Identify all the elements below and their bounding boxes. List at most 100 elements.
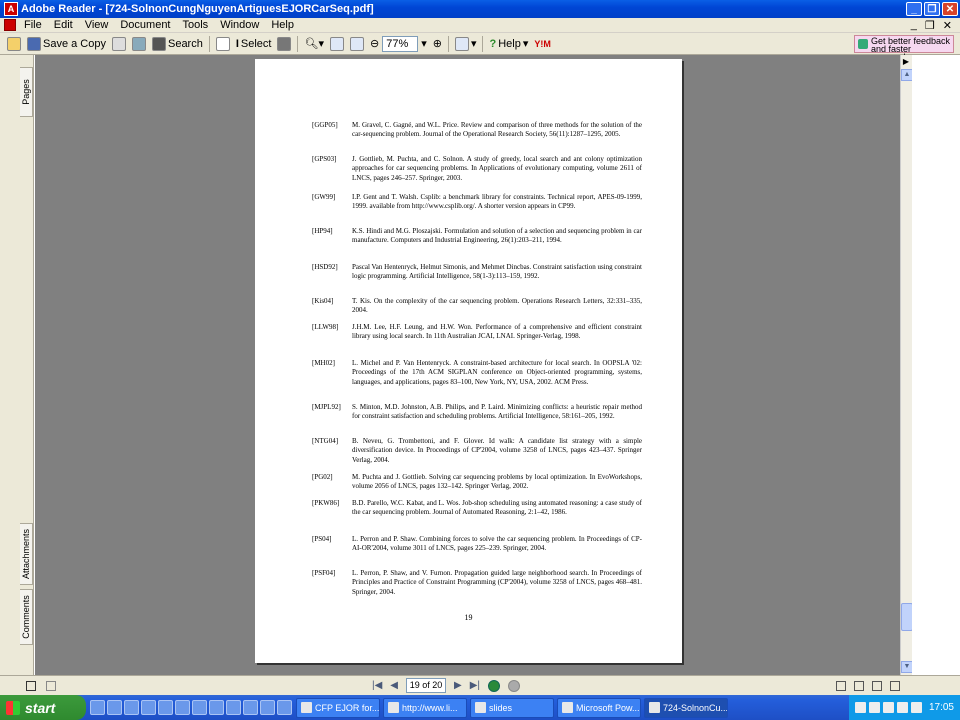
- tab-pages[interactable]: Pages: [20, 67, 33, 117]
- right-margin: [912, 55, 960, 675]
- rotate-icon: [454, 36, 469, 51]
- task-adobe-reader[interactable]: 724-SolnonCu...: [644, 697, 728, 718]
- toolbar-separator: [208, 35, 210, 52]
- quick-launch-icon[interactable]: [192, 700, 207, 715]
- tray-icon[interactable]: [896, 702, 908, 713]
- quick-launch-icon[interactable]: [107, 700, 122, 715]
- feedback-banner[interactable]: Get better feedback and faster approvals: [854, 34, 954, 61]
- task-powerpoint[interactable]: Microsoft Pow...: [557, 697, 641, 718]
- zoom-in-button[interactable]: ⊕: [430, 34, 445, 54]
- doc-close-button[interactable]: ✕: [943, 19, 952, 32]
- quick-launch-icon[interactable]: [226, 700, 241, 715]
- folder-icon: [475, 702, 486, 713]
- quick-launch-icon[interactable]: [124, 700, 139, 715]
- quick-launch-icon[interactable]: [141, 700, 156, 715]
- next-page-button[interactable]: ▶: [454, 680, 462, 691]
- menu-help[interactable]: Help: [265, 19, 300, 31]
- facing-layout-icon[interactable]: [872, 680, 882, 691]
- last-page-button[interactable]: ▶|: [470, 680, 480, 691]
- tab-pages-label: Pages: [21, 79, 31, 105]
- menu-edit[interactable]: Edit: [48, 19, 79, 31]
- quick-launch-icon[interactable]: [260, 700, 275, 715]
- tray-icon[interactable]: [868, 702, 880, 713]
- zoom-dropdown-button[interactable]: ▾: [418, 34, 430, 54]
- navigation-toggle-icon[interactable]: [26, 680, 36, 691]
- yahoo-button[interactable]: Y!M: [531, 34, 554, 54]
- maximize-button[interactable]: ❐: [924, 2, 940, 16]
- text-cursor-icon: I: [235, 37, 239, 50]
- quick-launch-icon[interactable]: [90, 700, 105, 715]
- panel-expand-icon[interactable]: ▶: [900, 57, 912, 67]
- fit-page-button[interactable]: [327, 34, 347, 54]
- reference-key: [PSF04]: [312, 569, 336, 577]
- task-label: 724-SolnonCu...: [663, 702, 728, 713]
- vertical-scrollbar[interactable]: ▲ ▼: [900, 55, 913, 675]
- search-button[interactable]: Search: [149, 34, 206, 54]
- reference-key: [PKW86]: [312, 499, 340, 507]
- minimize-button[interactable]: _: [906, 2, 922, 16]
- reference-entry: [GPS03] J. Gottlieb, M. Puchta, and C. So…: [312, 155, 642, 183]
- task-browser[interactable]: http://www.li...: [383, 697, 467, 718]
- page-view-icon[interactable]: [46, 680, 56, 691]
- zoom-out-button[interactable]: ⊖: [367, 34, 382, 54]
- quick-launch-icon[interactable]: [243, 700, 258, 715]
- first-page-button[interactable]: |◀: [372, 680, 382, 691]
- select-tool-button[interactable]: I Select: [233, 34, 275, 54]
- binoculars-icon: [151, 36, 166, 51]
- tray-icon[interactable]: [882, 702, 894, 713]
- doc-minimize-button[interactable]: _: [911, 19, 917, 32]
- tray-icon[interactable]: [854, 702, 866, 713]
- hand-icon: [215, 36, 230, 51]
- reference-entry: [MH02] L. Michel and P. Van Hentenryck. A…: [312, 359, 642, 387]
- start-label: start: [25, 699, 56, 716]
- email-button[interactable]: [129, 34, 149, 54]
- reference-text: T. Kis. On the complexity of the car seq…: [352, 297, 642, 315]
- start-button[interactable]: start: [0, 695, 86, 720]
- floppy-icon: [27, 36, 41, 51]
- print-button[interactable]: [109, 34, 129, 54]
- quick-launch-icon[interactable]: [277, 700, 292, 715]
- task-slides[interactable]: slides: [470, 697, 554, 718]
- close-button[interactable]: ✕: [942, 2, 958, 16]
- email-icon: [131, 36, 146, 51]
- menu-tools[interactable]: Tools: [177, 19, 215, 31]
- previous-page-button[interactable]: ◀: [390, 680, 398, 691]
- reference-entry: [GGP05] M. Gravel, C. Gagné, and W.L. Pri…: [312, 121, 642, 140]
- reference-text: K.S. Hindi and M.G. Ploszajski. Formulat…: [352, 227, 642, 245]
- tab-attachments[interactable]: Attachments: [20, 523, 33, 585]
- quick-launch-icon[interactable]: [175, 700, 190, 715]
- menu-view[interactable]: View: [79, 19, 115, 31]
- tab-comments[interactable]: Comments: [20, 589, 33, 645]
- zoom-level-input[interactable]: 77%: [382, 35, 419, 52]
- task-cfp-ejor[interactable]: CFP EJOR for...: [296, 697, 380, 718]
- reference-text: B.D. Parello, W.C. Kabat, and L. Wos. Jo…: [352, 499, 642, 517]
- reference-text: M. Puchta and J. Gottlieb. Solving car s…: [352, 473, 642, 491]
- rotate-button[interactable]: ▾: [452, 34, 480, 54]
- menu-document[interactable]: Document: [114, 19, 176, 31]
- reference-text: L. Perron and P. Shaw. Combining forces …: [352, 535, 642, 553]
- help-button[interactable]: ? Help ▾: [486, 34, 531, 54]
- page-number-input[interactable]: 19 of 20: [406, 678, 446, 693]
- menu-file[interactable]: File: [18, 19, 48, 31]
- go-back-button[interactable]: [488, 679, 500, 692]
- zoom-tool-button[interactable]: 🔍︎▾: [301, 34, 327, 54]
- menu-window[interactable]: Window: [214, 19, 265, 31]
- continuous-facing-layout-icon[interactable]: [890, 680, 900, 691]
- reference-entry: [PS04] L. Perron and P. Shaw. Combining f…: [312, 535, 642, 554]
- document-icon: [4, 19, 16, 31]
- tray-icon[interactable]: [910, 702, 922, 713]
- go-forward-button[interactable]: [508, 679, 520, 692]
- save-copy-button[interactable]: Save a Copy: [24, 34, 109, 54]
- snapshot-button[interactable]: [274, 34, 294, 54]
- doc-restore-button[interactable]: ❒: [925, 19, 935, 32]
- task-label: CFP EJOR for...: [315, 702, 380, 713]
- single-page-layout-icon[interactable]: [836, 680, 846, 691]
- fit-width-button[interactable]: [347, 34, 367, 54]
- open-button[interactable]: [4, 34, 24, 54]
- plus-circle-icon: ⊕: [432, 38, 442, 50]
- quick-launch-icon[interactable]: [209, 700, 224, 715]
- quick-launch-icon[interactable]: [158, 700, 173, 715]
- continuous-layout-icon[interactable]: [854, 680, 864, 691]
- hand-tool-button[interactable]: [213, 34, 233, 54]
- menu-bar: File Edit View Document Tools Window Hel…: [0, 18, 960, 33]
